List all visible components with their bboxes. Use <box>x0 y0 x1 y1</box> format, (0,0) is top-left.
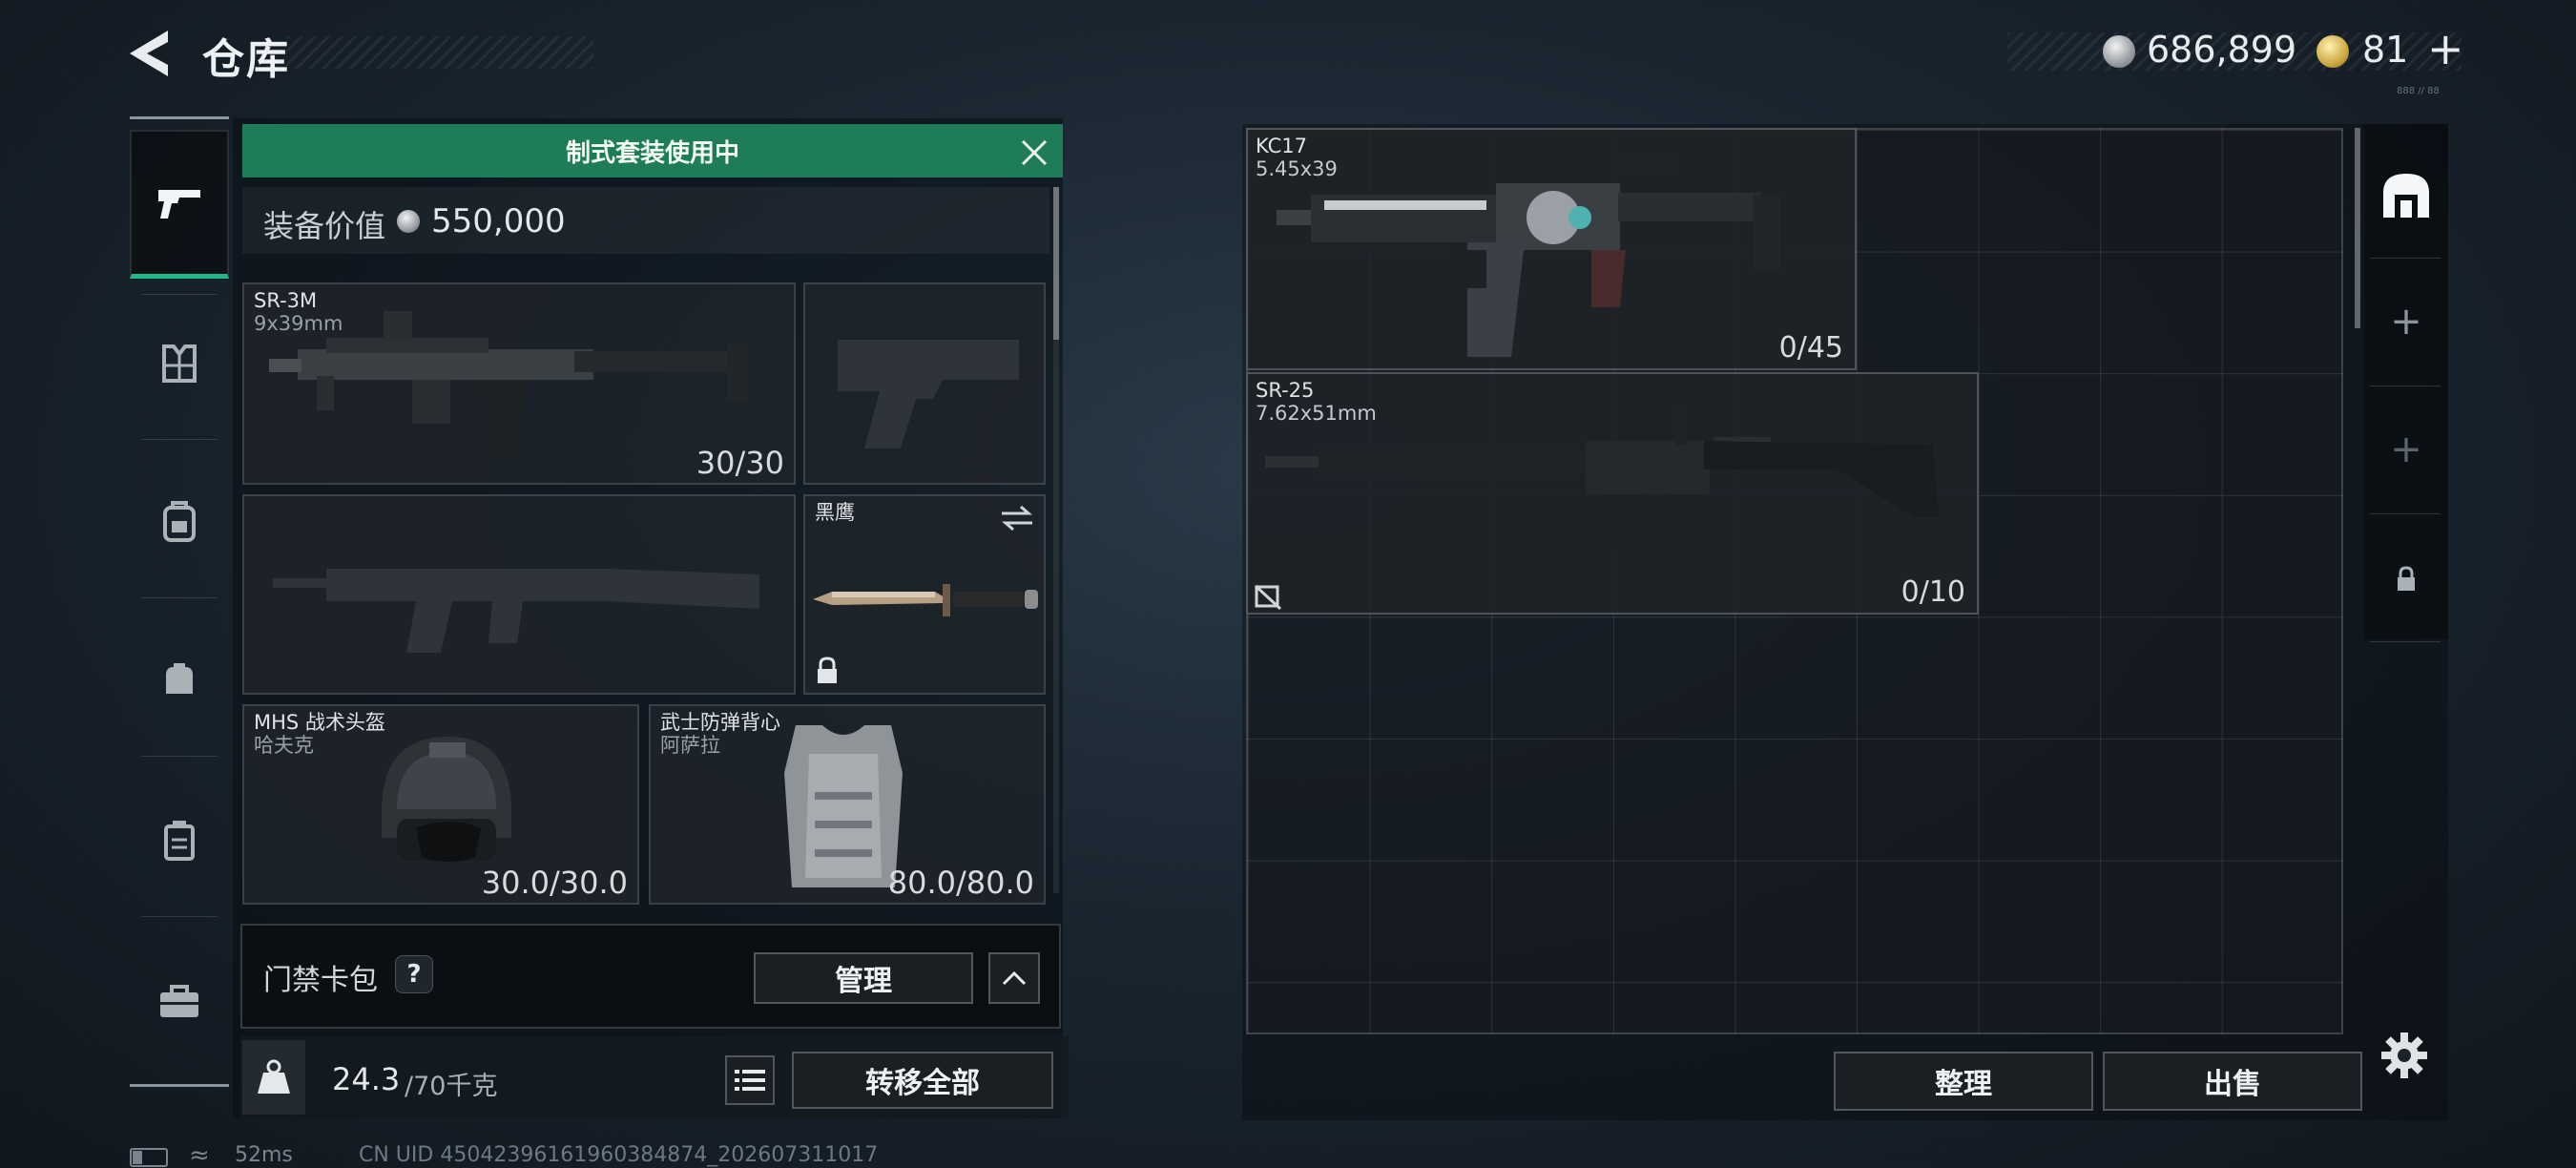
helmet-slot[interactable]: MHS 战术头盔 哈夫克 30.0/30.0 <box>242 704 639 905</box>
slot-item-name: 黑鹰 <box>815 501 855 524</box>
body-armor-slot[interactable]: 武士防弹背心 阿萨拉 80.0/80.0 <box>649 704 1046 905</box>
primary-weapon-slot[interactable]: SR-3M 9x39mm 30/30 <box>242 282 796 485</box>
loadout-scrollbar-thumb[interactable] <box>1053 187 1059 340</box>
durability-value: 30.0/30.0 <box>481 865 628 901</box>
pouch-icon <box>166 663 193 694</box>
ammo-count: 0/10 <box>1901 575 1965 609</box>
title-decoration <box>286 36 593 69</box>
kc17-rifle-image <box>1277 153 1780 357</box>
secondary-weapon-slot[interactable] <box>242 494 796 695</box>
transfer-all-button[interactable]: 转移全部 <box>792 1052 1053 1109</box>
nav-pouch[interactable] <box>130 628 229 733</box>
tab-divider <box>2370 513 2441 514</box>
weight-icon <box>258 1059 290 1094</box>
nav-divider <box>141 439 218 440</box>
briefcase-icon <box>160 985 198 1017</box>
item-name: KC17 <box>1256 135 1308 157</box>
storage-tab-locked[interactable] <box>2364 527 2448 632</box>
battery-level <box>133 1151 142 1164</box>
storage-item-kc17[interactable]: KC17 5.45x39 0/45 <box>1246 128 1857 370</box>
user-uid: CN UID 4504239616196038487​4_20260731101… <box>359 1143 879 1167</box>
knife-image <box>813 584 1038 616</box>
nav-chest-rig[interactable] <box>130 311 229 416</box>
rifle-silhouette-icon <box>273 569 759 653</box>
chevron-up-icon <box>1002 970 1027 986</box>
pistol-icon <box>158 189 200 219</box>
nav-safe-case[interactable] <box>130 949 229 1053</box>
list-view-button[interactable] <box>725 1055 775 1105</box>
banner-close-button[interactable] <box>1015 134 1053 172</box>
sr25-rifle-image <box>1265 407 1939 571</box>
lock-icon <box>818 657 837 683</box>
gold-amount: 81 <box>2362 29 2409 71</box>
keycard-help-button[interactable]: ? <box>395 955 433 993</box>
silver-coin-icon <box>2103 35 2135 68</box>
melee-slot[interactable]: 黑鹰 <box>803 494 1046 695</box>
nav-container[interactable] <box>130 788 229 893</box>
storage-tab-add-1[interactable]: + <box>2364 269 2448 374</box>
close-icon <box>1021 139 1048 166</box>
weight-current: 24.3 <box>332 1061 401 1097</box>
nav-top-divider <box>130 116 229 119</box>
nav-divider <box>141 597 218 598</box>
ping-value: 52ms <box>235 1143 293 1167</box>
collapse-button[interactable] <box>988 952 1040 1004</box>
silver-coin-icon <box>397 210 420 233</box>
lock-icon <box>2398 566 2415 591</box>
backpack-icon <box>163 501 196 542</box>
sort-button[interactable]: 整理 <box>1834 1052 2093 1111</box>
gear-value-label: 装备价值 <box>263 208 386 244</box>
slot-item-brand: 哈夫克 <box>254 734 314 757</box>
storage-scrollbar[interactable] <box>2355 128 2360 328</box>
container-icon <box>164 821 195 861</box>
gear-value-amount: 550,000 <box>431 202 566 240</box>
storage-tab-add-2[interactable]: + <box>2364 397 2448 502</box>
sell-button[interactable]: 出售 <box>2103 1052 2362 1111</box>
storage-item-sr25[interactable]: SR-25 7.62x51mm 0/10 <box>1246 372 1979 615</box>
weight-icon-box <box>242 1040 305 1115</box>
slot-item-name: 武士防弹背心 <box>660 711 780 734</box>
nav-weapons[interactable] <box>130 130 229 279</box>
tab-divider <box>2370 641 2441 642</box>
nav-bottom-divider <box>130 1084 229 1087</box>
version-tag: 888 // 88 <box>2397 86 2440 96</box>
storage-home-icon <box>2383 174 2429 218</box>
standard-kit-banner-text: 制式套装使用中 <box>565 138 739 168</box>
tab-divider <box>2370 258 2441 259</box>
gold-coin-icon <box>2316 35 2349 68</box>
page-title: 仓库 <box>202 35 290 84</box>
chest-rig-icon <box>162 344 197 383</box>
durability-value: 80.0/80.0 <box>887 865 1034 901</box>
no-scope-icon <box>1254 584 1282 611</box>
keycard-wallet-label: 门禁卡包 <box>263 964 378 997</box>
slot-item-name: SR-3M <box>254 289 318 312</box>
wifi-icon: ≈ <box>189 1141 210 1168</box>
back-arrow-icon <box>130 31 168 76</box>
pistol-silhouette-icon <box>838 340 1019 448</box>
standard-kit-banner: 制式套装使用中 <box>242 124 1063 177</box>
ammo-count: 0/45 <box>1778 331 1843 365</box>
settings-button[interactable] <box>2379 1031 2429 1080</box>
nav-divider <box>141 294 218 295</box>
item-name: SR-25 <box>1256 379 1315 402</box>
list-icon <box>735 1070 765 1091</box>
nav-divider <box>141 916 218 917</box>
slot-item-caliber: 9x39mm <box>254 312 343 335</box>
weight-max: /70千克 <box>405 1072 498 1101</box>
manage-button[interactable]: 管理 <box>754 952 973 1004</box>
nav-divider <box>141 756 218 757</box>
silver-amount: 686,899 <box>2147 29 2297 71</box>
pistol-slot[interactable] <box>803 282 1046 485</box>
ammo-count: 30/30 <box>696 445 784 481</box>
add-currency-button[interactable]: + <box>2427 23 2464 74</box>
item-caliber: 7.62x51mm <box>1256 402 1377 425</box>
swap-icon[interactable] <box>1000 504 1034 532</box>
item-caliber: 5.45x39 <box>1256 157 1338 180</box>
gear-icon <box>2381 1032 2427 1078</box>
slot-item-brand: 阿萨拉 <box>660 734 720 757</box>
storage-tab-main[interactable] <box>2364 143 2448 248</box>
back-button[interactable] <box>126 27 174 80</box>
slot-item-name: MHS 战术头盔 <box>254 711 385 734</box>
nav-backpack[interactable] <box>130 469 229 574</box>
